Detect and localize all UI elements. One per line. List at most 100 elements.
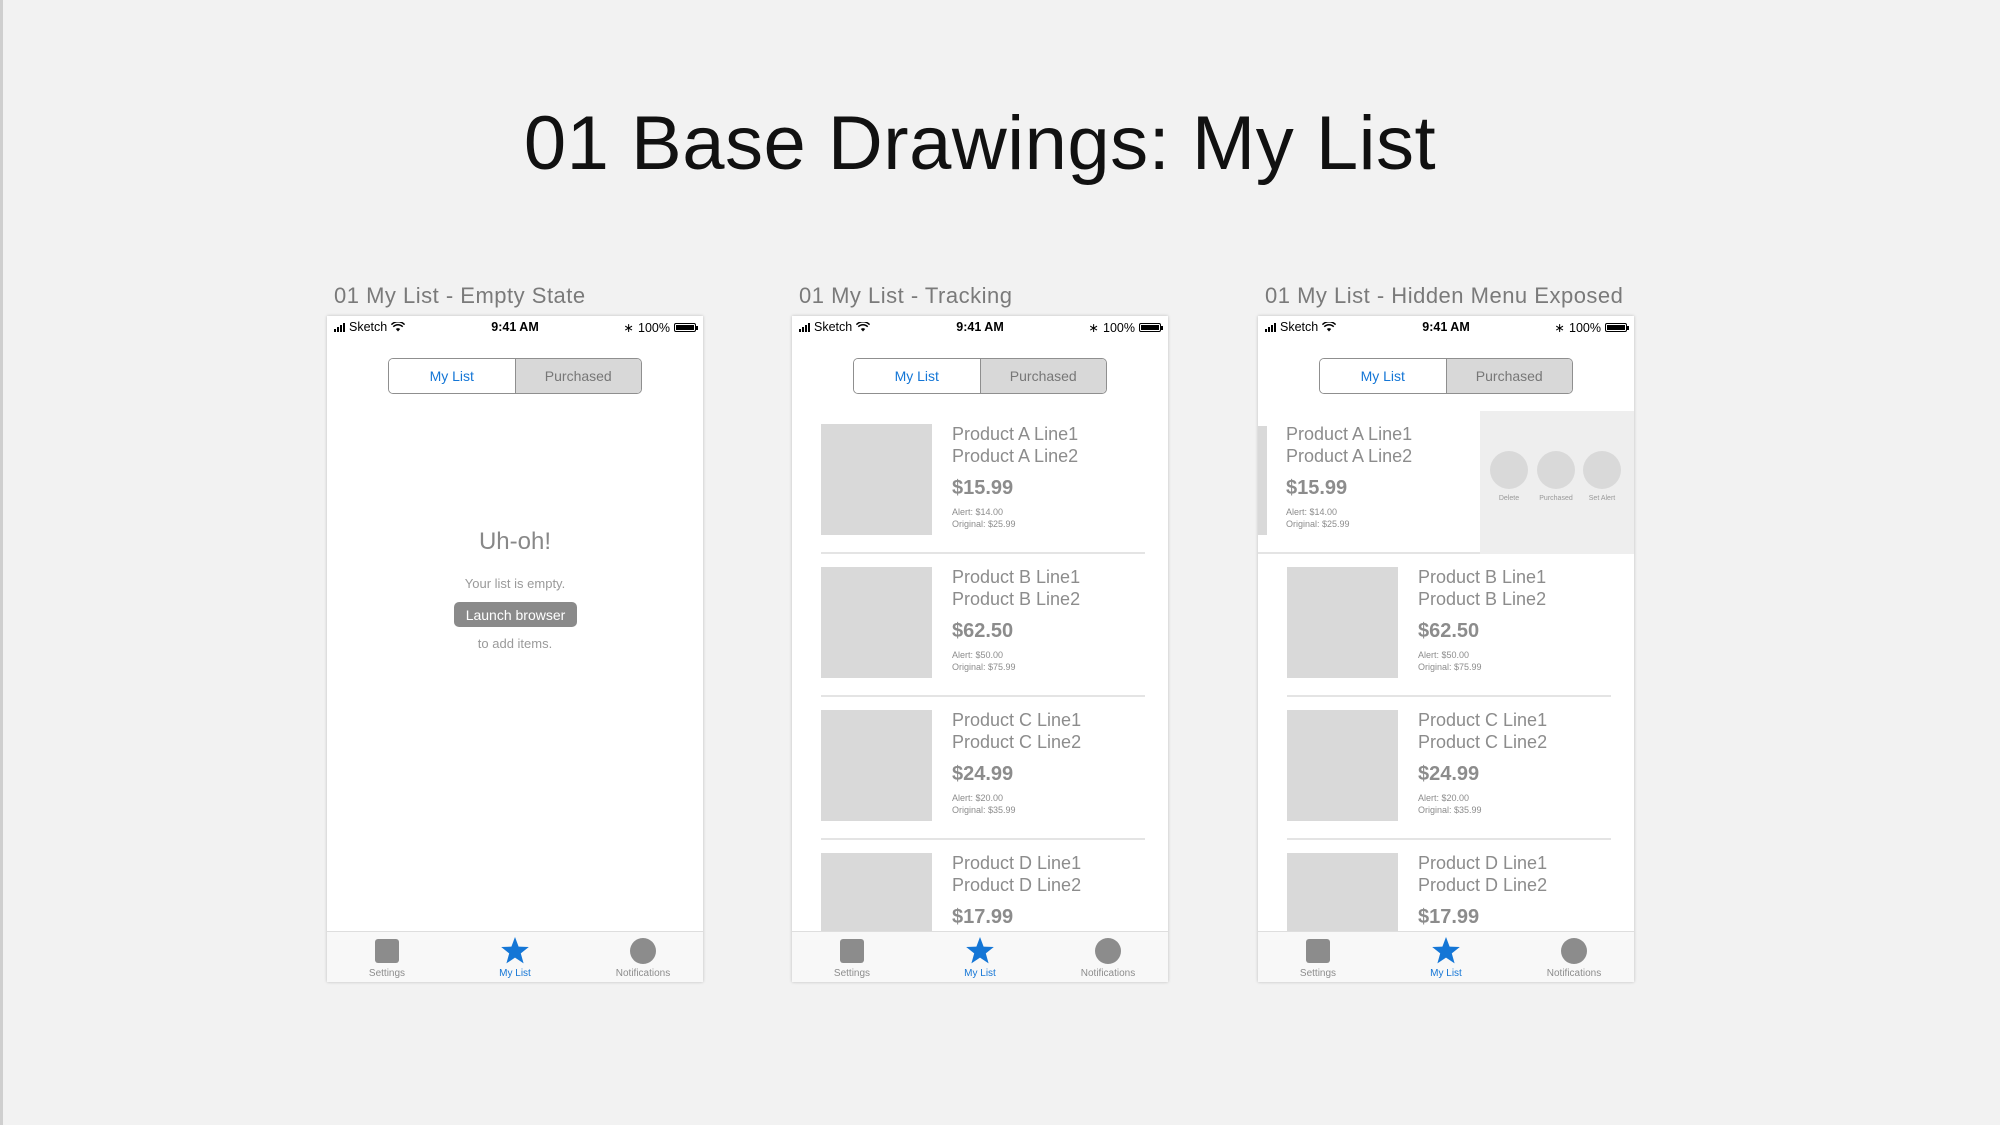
product-original: Original: $25.99: [952, 519, 1016, 529]
product-row-a[interactable]: Product A Line1 Product A Line2 $15.99 A…: [821, 411, 1145, 554]
settings-square-icon: [840, 939, 864, 963]
product-line2: Product C Line2: [952, 732, 1082, 752]
product-line2: Product C Line2: [1418, 732, 1548, 752]
product-alert: Alert: $20.00: [1418, 793, 1470, 803]
product-info: Product A Line1 Product A Line2 $15.99 A…: [1286, 423, 1412, 530]
tab-bar: Settings My List Notifications: [1258, 931, 1634, 982]
product-original: Original: $35.99: [952, 805, 1016, 815]
tab-settings-label: Settings: [833, 968, 871, 979]
product-row-a-swiped[interactable]: Product A Line1 Product A Line2 $15.99 A…: [1258, 411, 1634, 554]
product-original: Original: $35.99: [1418, 805, 1482, 815]
product-line2: Product B Line2: [952, 589, 1081, 609]
settings-square-icon: [375, 939, 399, 963]
product-row-b[interactable]: Product B Line1 Product B Line2 $62.50 A…: [821, 554, 1145, 697]
product-line1: Product B Line1: [952, 567, 1081, 587]
product-original: Original: $75.99: [1418, 662, 1482, 672]
notifications-circle-icon: [630, 938, 656, 964]
set-alert-action-label: Set Alert: [1588, 495, 1616, 502]
tab-notifications-label: Notifications: [1080, 968, 1136, 979]
product-info: Product D Line1 Product D Line2 $17.99: [1418, 852, 1547, 929]
bluetooth-icon: ∗: [1554, 321, 1566, 335]
product-line2: Product B Line2: [1418, 589, 1547, 609]
segment-my-list[interactable]: My List: [854, 359, 980, 393]
hidden-action-menu: Delete Purchased Set Alert: [1480, 411, 1634, 554]
product-image-placeholder: [821, 567, 932, 678]
status-right: ∗ 100%: [623, 320, 698, 335]
battery-icon: [674, 323, 698, 332]
product-row-c[interactable]: Product C Line1 Product C Line2 $24.99 A…: [821, 697, 1145, 840]
bluetooth-icon: ∗: [1088, 321, 1100, 335]
product-row-c[interactable]: Product C Line1 Product C Line2 $24.99 A…: [1287, 697, 1611, 840]
battery-icon: [1139, 323, 1163, 332]
launch-browser-button[interactable]: Launch browser: [454, 602, 577, 627]
empty-state-message: Your list is empty.: [464, 576, 566, 591]
settings-square-icon: [1306, 939, 1330, 963]
phone-hidden-menu: Sketch 9:41 AM ∗ 100% My List Purchased …: [1258, 316, 1634, 982]
product-info: Product D Line1 Product D Line2 $17.99: [952, 852, 1081, 929]
notifications-circle-icon: [1561, 938, 1587, 964]
product-info: Product A Line1 Product A Line2 $15.99 A…: [952, 423, 1078, 530]
tab-notifications[interactable]: Notifications: [583, 932, 703, 982]
product-price: $15.99: [1286, 477, 1348, 499]
battery-percent: 100%: [1103, 320, 1135, 335]
tab-my-list[interactable]: My List: [920, 932, 1040, 982]
battery-percent: 100%: [638, 320, 670, 335]
tab-notifications-label: Notifications: [1546, 968, 1602, 979]
artboard-label-hidden-menu: 01 My List - Hidden Menu Exposed: [1265, 283, 1624, 308]
tab-notifications-label: Notifications: [615, 968, 671, 979]
list-segmented-control: My List Purchased: [388, 358, 642, 394]
tab-notifications[interactable]: Notifications: [1048, 932, 1168, 982]
star-icon: [966, 937, 994, 964]
phone-tracking: Sketch 9:41 AM ∗ 100% My List Purchased …: [792, 316, 1168, 982]
tab-settings[interactable]: Settings: [792, 932, 912, 982]
product-row-b[interactable]: Product B Line1 Product B Line2 $62.50 A…: [1287, 554, 1611, 697]
product-original: Original: $25.99: [1286, 519, 1350, 529]
segment-purchased[interactable]: Purchased: [979, 359, 1106, 393]
product-info: Product B Line1 Product B Line2 $62.50 A…: [952, 566, 1080, 673]
bluetooth-icon: ∗: [623, 321, 635, 335]
set-alert-circle-icon: [1583, 451, 1621, 489]
list-segmented-control: My List Purchased: [853, 358, 1107, 394]
segment-my-list[interactable]: My List: [1320, 359, 1446, 393]
segment-my-list[interactable]: My List: [389, 359, 515, 393]
product-line1: Product A Line1: [1286, 424, 1413, 444]
product-line2: Product A Line2: [952, 446, 1079, 466]
product-info: Product C Line1 Product C Line2 $24.99 A…: [952, 709, 1081, 816]
set-alert-action[interactable]: Set Alert: [1582, 451, 1622, 502]
product-image-placeholder: [821, 424, 932, 535]
delete-circle-icon: [1490, 451, 1528, 489]
tab-notifications[interactable]: Notifications: [1514, 932, 1634, 982]
list-segmented-control: My List Purchased: [1319, 358, 1573, 394]
notifications-circle-icon: [1095, 938, 1121, 964]
status-right: ∗ 100%: [1088, 320, 1163, 335]
artboard-label-empty-state: 01 My List - Empty State: [334, 283, 586, 308]
product-info: Product B Line1 Product B Line2 $62.50 A…: [1418, 566, 1546, 673]
product-price: $17.99: [952, 906, 1014, 928]
tab-my-list-label: My List: [964, 968, 996, 979]
product-alert: Alert: $50.00: [1418, 650, 1470, 660]
segment-purchased[interactable]: Purchased: [514, 359, 641, 393]
product-line1: Product C Line1: [1418, 710, 1548, 730]
status-bar: Sketch 9:41 AM ∗ 100%: [327, 316, 703, 338]
battery-percent: 100%: [1569, 320, 1601, 335]
product-line2: Product D Line2: [1418, 875, 1548, 895]
product-line1: Product D Line1: [1418, 853, 1548, 873]
product-info: Product C Line1 Product C Line2 $24.99 A…: [1418, 709, 1547, 816]
tab-my-list[interactable]: My List: [455, 932, 575, 982]
product-alert: Alert: $50.00: [952, 650, 1004, 660]
status-right: ∗ 100%: [1554, 320, 1629, 335]
delete-action[interactable]: Delete: [1489, 451, 1529, 502]
artboard-label-tracking: 01 My List - Tracking: [799, 283, 1013, 308]
page-title: 01 Base Drawings: My List: [523, 101, 1437, 186]
product-line1: Product C Line1: [952, 710, 1082, 730]
purchased-action[interactable]: Purchased: [1536, 451, 1576, 502]
product-alert: Alert: $14.00: [1286, 507, 1338, 517]
tab-settings-label: Settings: [1299, 968, 1337, 979]
tab-settings[interactable]: Settings: [1258, 932, 1378, 982]
segment-purchased[interactable]: Purchased: [1445, 359, 1572, 393]
product-price: $15.99: [952, 477, 1014, 499]
tab-my-list[interactable]: My List: [1386, 932, 1506, 982]
tab-settings[interactable]: Settings: [327, 932, 447, 982]
empty-state-suffix: to add items.: [477, 636, 553, 651]
product-line1: Product A Line1: [952, 424, 1079, 444]
